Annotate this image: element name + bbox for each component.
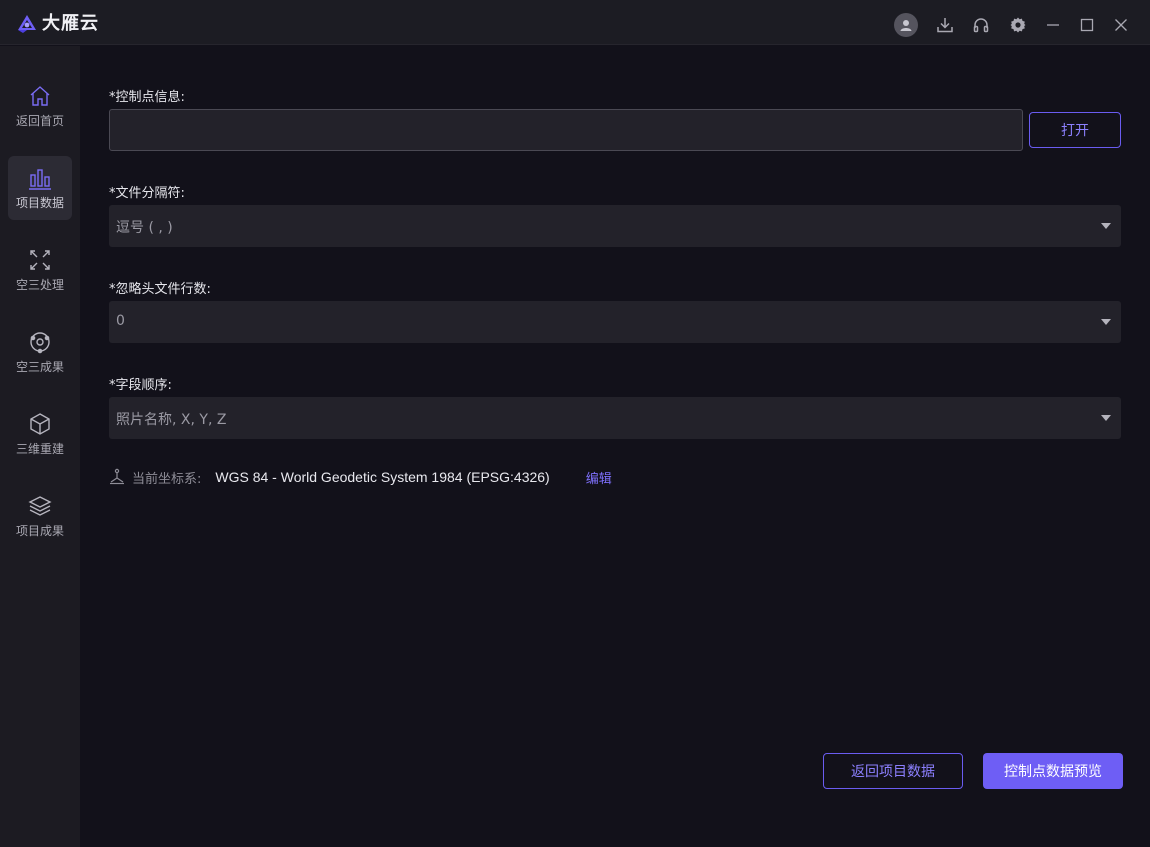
sidebar: 返回首页 项目数据 空三处理 空三成果 三维重建 项目成果 (0, 46, 80, 847)
app-title: 大雁云 (42, 13, 99, 34)
title-bar: 大雁云 (0, 0, 1150, 45)
coordinate-system-label: 当前坐标系: (132, 471, 202, 487)
field-order-value: 照片名称, X, Y, Z (116, 412, 227, 428)
chevron-down-icon (1101, 415, 1111, 421)
sidebar-item-project-result[interactable]: 项目成果 (8, 484, 72, 548)
chevron-down-icon (1101, 223, 1111, 229)
control-point-label: *控制点信息: (109, 90, 185, 105)
sidebar-item-label: 项目成果 (15, 524, 64, 538)
separator-label: *文件分隔符: (109, 186, 185, 201)
separator-select[interactable]: 逗号 ( , ) (109, 205, 1121, 247)
separator-value: 逗号 ( , ) (116, 220, 173, 236)
layers-icon (28, 496, 52, 516)
sidebar-item-aerotriangulation[interactable]: 空三处理 (8, 238, 72, 302)
sidebar-item-label: 三维重建 (15, 442, 64, 456)
skip-rows-label: *忽略头文件行数: (109, 282, 211, 297)
sidebar-item-label: 空三处理 (15, 278, 64, 292)
coordinate-system-row: 当前坐标系: WGS 84 - World Geodetic System 19… (108, 468, 612, 487)
headset-icon[interactable] (968, 12, 994, 38)
settings-gear-icon[interactable] (1005, 12, 1031, 38)
user-avatar-icon[interactable] (894, 13, 918, 37)
home-icon (30, 86, 50, 106)
control-point-input[interactable] (109, 109, 1023, 151)
maximize-icon[interactable] (1074, 12, 1100, 38)
preview-control-point-button[interactable]: 控制点数据预览 (983, 753, 1123, 789)
bar-chart-icon (29, 169, 51, 190)
app-logo: 大雁云 (16, 13, 99, 35)
minimize-icon[interactable] (1040, 12, 1066, 38)
skip-rows-select[interactable]: 0 (109, 301, 1121, 343)
logo-icon (18, 15, 36, 33)
back-to-project-data-button[interactable]: 返回项目数据 (823, 753, 963, 789)
coordinate-system-value: WGS 84 - World Geodetic System 1984 (EPS… (215, 469, 550, 485)
aerotriangulation-icon (30, 250, 50, 270)
edit-coordinate-link[interactable]: 编辑 (586, 468, 612, 487)
sidebar-item-3d-reconstruction[interactable]: 三维重建 (8, 402, 72, 466)
coordinate-axis-icon (110, 468, 124, 485)
close-icon[interactable] (1108, 12, 1134, 38)
cube-icon (30, 413, 50, 435)
open-file-button[interactable]: 打开 (1029, 112, 1121, 148)
sidebar-item-aerotriangulation-result[interactable]: 空三成果 (8, 320, 72, 384)
orbit-result-icon (30, 332, 50, 354)
field-order-label: *字段顺序: (109, 378, 172, 393)
skip-rows-value: 0 (116, 313, 125, 329)
sidebar-item-label: 空三成果 (15, 360, 64, 374)
sidebar-item-label: 项目数据 (15, 196, 64, 210)
sidebar-item-label: 返回首页 (15, 114, 64, 128)
download-icon[interactable] (932, 12, 958, 38)
sidebar-item-home[interactable]: 返回首页 (8, 74, 72, 138)
chevron-down-icon (1101, 319, 1111, 325)
sidebar-item-project-data[interactable]: 项目数据 (8, 156, 72, 220)
field-order-select[interactable]: 照片名称, X, Y, Z (109, 397, 1121, 439)
